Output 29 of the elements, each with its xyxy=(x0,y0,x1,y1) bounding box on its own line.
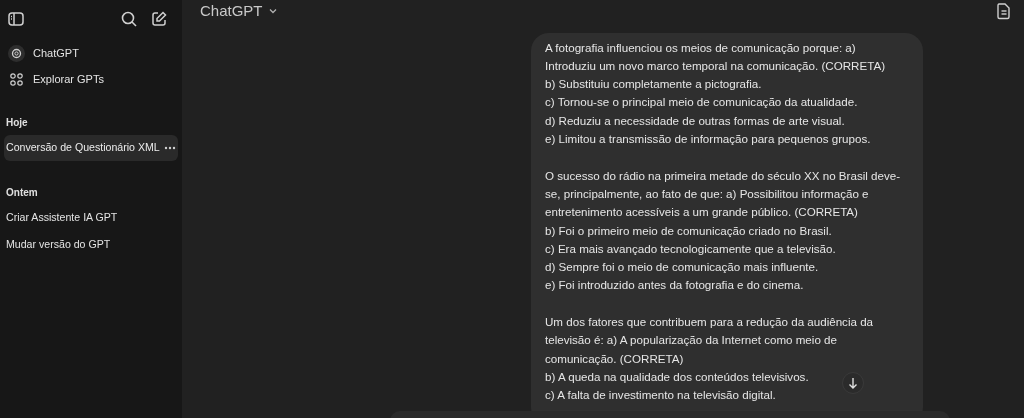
sidebar-toggle-icon[interactable] xyxy=(7,10,25,28)
message-line: c) Era mais avançado tecnologicamente que a televisão. xyxy=(545,240,836,257)
sidebar-nav-item[interactable]: ChatGPT xyxy=(4,40,178,66)
message-line: O sucesso do rádio na primeira metade do século XX no Brasil deve-se, principalmente, ao fato de que: a) Possibilitou informação e entretenimento acessíveis a um grande público. (CORRETA) xyxy=(545,167,902,221)
message-line: Um dos fatores que contribuem para a redução da audiência da televisão é: a) A popularização da Internet como meio de comunicação. (CORRETA) xyxy=(545,314,875,367)
message-line: c) Tornou-se o principal meio de comunicação da atualidade. xyxy=(545,94,858,111)
document-icon[interactable] xyxy=(996,2,1012,21)
section-heading: Ontem xyxy=(5,186,39,200)
sidebar-nav-item[interactable]: Explorar GPTs xyxy=(4,66,178,92)
message-line: d) Reduziu a necessidade de outras formas de arte visual. xyxy=(545,112,845,129)
chat-history-item[interactable]: Criar Assistente IA GPT xyxy=(4,205,178,231)
message-line: b) Foi o primeiro meio de comunicação criado no Brasil. xyxy=(545,222,832,239)
chat-history-item[interactable]: Conversão de Questionário XML xyxy=(4,135,178,161)
message-line: b) Substituiu completamente a pictografia. xyxy=(545,76,762,93)
message-line: e) Foi introduzido antes da fotografia e do cinema. xyxy=(545,277,804,294)
logo-icon xyxy=(8,44,25,62)
more-options-icon[interactable] xyxy=(163,146,176,150)
message-line: A fotografia influenciou os meios de comunicação porque: a) Introduziu um novo marco temporal na comunicação. (CORRETA) xyxy=(545,39,886,74)
grid-icon xyxy=(8,70,25,88)
section-heading: Hoje xyxy=(5,116,29,130)
message-line: b) A queda na qualidade dos conteúdos televisivos. xyxy=(545,369,809,386)
model-selector[interactable]: ChatGPT xyxy=(200,0,278,23)
message-line: e) Limitou a transmissão de informação para pequenos grupos. xyxy=(545,131,871,147)
message-line: d) Sempre foi o meio de comunicação mais influente. xyxy=(545,259,819,276)
search-icon[interactable] xyxy=(120,10,138,28)
message-line: c) A falta de investimento na televisão digital. xyxy=(545,387,776,404)
new-chat-icon[interactable] xyxy=(150,10,168,28)
arrow-down-icon xyxy=(848,377,858,389)
chat-history-item[interactable]: Mudar versão do GPT xyxy=(4,232,178,258)
